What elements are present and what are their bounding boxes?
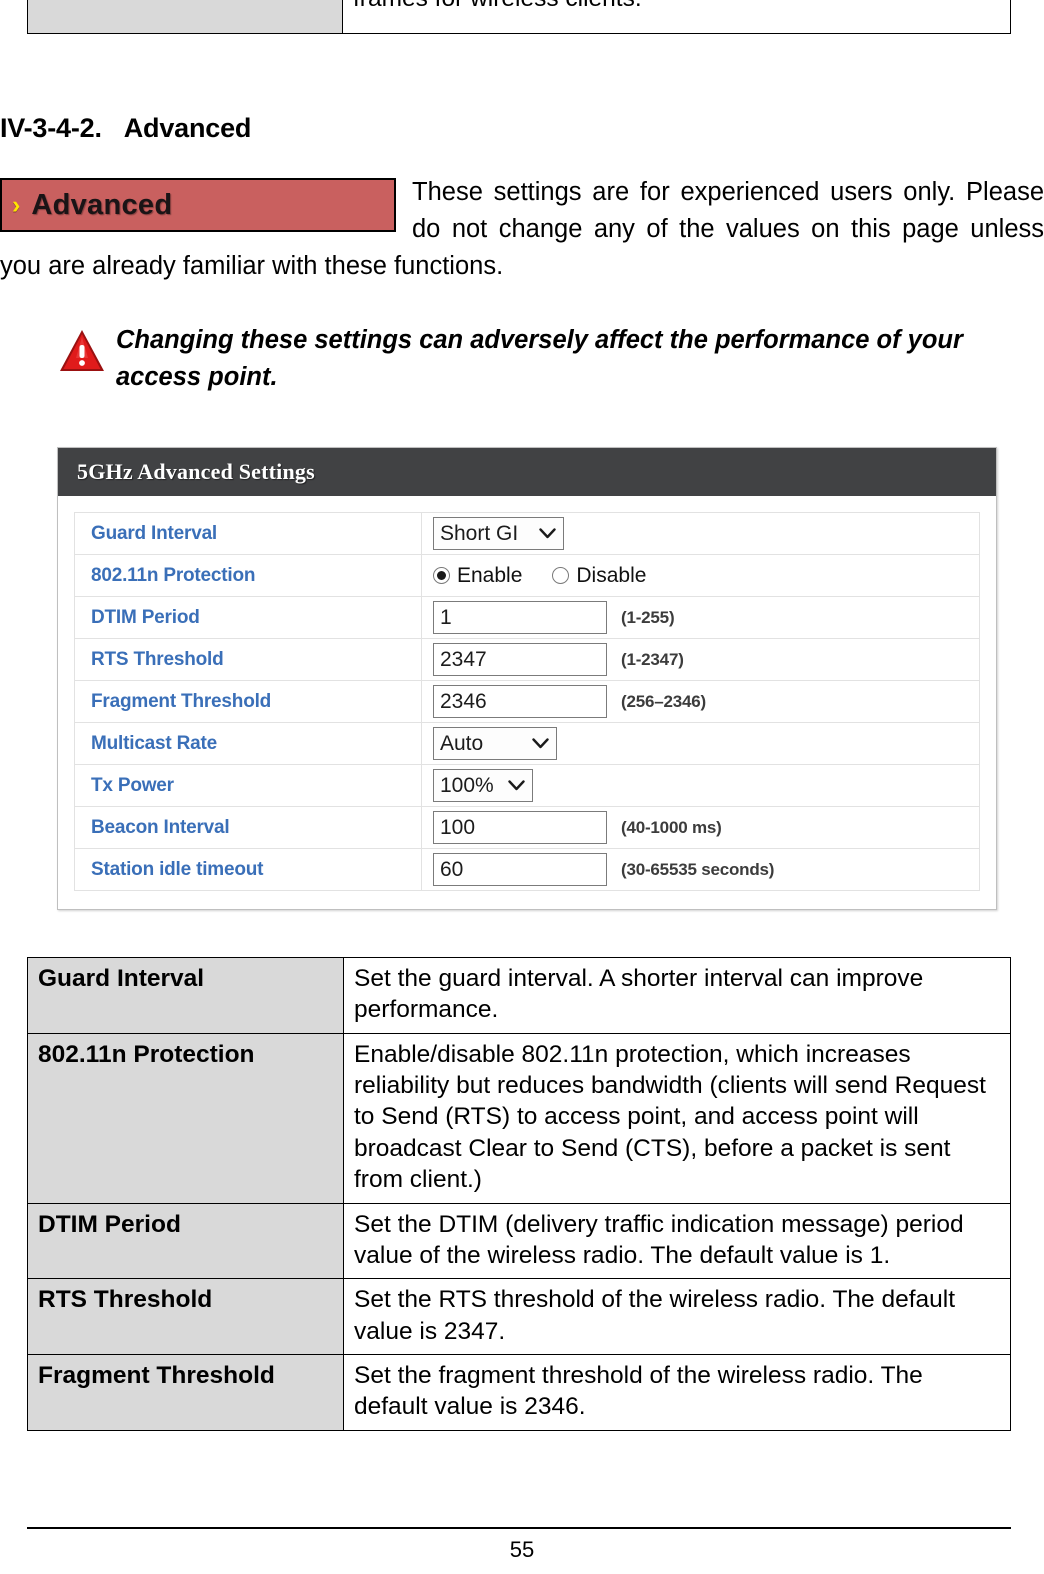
continuation-table: frames for wireless clients. bbox=[27, 0, 1011, 34]
beacon-interval-input[interactable]: 100 bbox=[433, 811, 607, 844]
continuation-key-cell bbox=[27, 0, 343, 34]
advanced-button-label: Advanced bbox=[31, 188, 173, 221]
fragment-threshold-input[interactable]: 2346 bbox=[433, 685, 607, 718]
page-number: 55 bbox=[509, 1537, 535, 1562]
intro-block: › Advanced These settings are for experi… bbox=[0, 174, 1044, 286]
setting-row-rts-threshold: RTS Threshold 2347 (1-2347) bbox=[74, 638, 980, 681]
setting-row-beacon-interval: Beacon Interval 100 (40-1000 ms) bbox=[74, 806, 980, 849]
label-beacon-interval: Beacon Interval bbox=[74, 806, 422, 849]
setting-row-multicast-rate: Multicast Rate Auto bbox=[74, 722, 980, 765]
desc-value-fragment-threshold: Set the fragment threshold of the wirele… bbox=[343, 1353, 1011, 1431]
settings-table: Guard Interval Short GI 802.11n Protecti… bbox=[74, 512, 980, 891]
guard-interval-value: Short GI bbox=[440, 521, 519, 545]
label-rts-threshold: RTS Threshold bbox=[74, 638, 422, 681]
desc-value-guard-interval: Set the guard interval. A shorter interv… bbox=[343, 957, 1011, 1034]
dtim-period-input[interactable]: 1 bbox=[433, 601, 607, 634]
desc-key-rts-threshold: RTS Threshold bbox=[27, 1278, 344, 1355]
station-idle-timeout-hint: (30-65535 seconds) bbox=[621, 859, 775, 879]
tx-power-select[interactable]: 100% bbox=[433, 769, 533, 802]
section-number: IV-3-4-2. bbox=[0, 113, 102, 143]
advanced-settings-panel: 5GHz Advanced Settings Guard Interval Sh… bbox=[57, 447, 997, 910]
rts-threshold-input[interactable]: 2347 bbox=[433, 643, 607, 676]
radio-disable-icon[interactable] bbox=[552, 567, 570, 584]
fragment-threshold-hint: (256–2346) bbox=[621, 691, 706, 711]
advanced-menu-button[interactable]: › Advanced bbox=[0, 178, 396, 232]
panel-body: Guard Interval Short GI 802.11n Protecti… bbox=[58, 496, 996, 909]
section-title: Advanced bbox=[123, 113, 252, 143]
setting-row-dtim-period: DTIM Period 1 (1-255) bbox=[74, 596, 980, 639]
setting-row-station-idle-timeout: Station idle timeout 60 (30-65535 second… bbox=[74, 848, 980, 891]
desc-value-dtim-period: Set the DTIM (delivery traffic indicatio… bbox=[343, 1202, 1011, 1280]
warning-triangle-icon bbox=[60, 330, 104, 371]
desc-value-rts-threshold: Set the RTS threshold of the wireless ra… bbox=[343, 1278, 1011, 1355]
setting-row-tx-power: Tx Power 100% bbox=[74, 764, 980, 807]
11n-protection-radio-group: Enable Disable bbox=[433, 564, 979, 588]
desc-value-11n-protection: Enable/disable 802.11n protection, which… bbox=[343, 1032, 1011, 1204]
radio-option-disable[interactable]: Disable bbox=[552, 564, 646, 588]
radio-disable-label: Disable bbox=[576, 563, 647, 587]
multicast-rate-value: Auto bbox=[440, 731, 484, 755]
warning-text: Changing these settings can adversely af… bbox=[116, 326, 963, 391]
label-fragment-threshold: Fragment Threshold bbox=[74, 680, 422, 723]
label-guard-interval: Guard Interval bbox=[74, 512, 422, 555]
setting-row-fragment-threshold: Fragment Threshold 2346 (256–2346) bbox=[74, 680, 980, 723]
guard-interval-select[interactable]: Short GI bbox=[433, 517, 564, 550]
continuation-value-cell: frames for wireless clients. bbox=[342, 0, 1011, 34]
setting-row-guard-interval: Guard Interval Short GI bbox=[74, 512, 980, 555]
tx-power-value: 100% bbox=[440, 773, 494, 797]
label-11n-protection: 802.11n Protection bbox=[74, 554, 422, 597]
radio-enable-label: Enable bbox=[457, 563, 523, 587]
table-row: Guard Interval Set the guard interval. A… bbox=[27, 957, 1011, 1034]
desc-key-dtim-period: DTIM Period bbox=[27, 1202, 344, 1280]
label-dtim-period: DTIM Period bbox=[74, 596, 422, 639]
label-station-idle-timeout: Station idle timeout bbox=[74, 848, 422, 891]
page-title: IV-3-4-2. Advanced bbox=[0, 113, 251, 144]
dtim-period-hint: (1-255) bbox=[621, 607, 675, 627]
desc-key-11n-protection: 802.11n Protection bbox=[27, 1032, 344, 1204]
chevron-down-icon bbox=[508, 780, 525, 791]
chevron-right-icon: › bbox=[12, 190, 21, 219]
station-idle-timeout-input[interactable]: 60 bbox=[433, 853, 607, 886]
rts-threshold-hint: (1-2347) bbox=[621, 649, 684, 669]
chevron-down-icon bbox=[532, 738, 549, 749]
radio-option-enable[interactable]: Enable bbox=[433, 564, 522, 588]
desc-key-fragment-threshold: Fragment Threshold bbox=[27, 1353, 344, 1431]
table-row: RTS Threshold Set the RTS threshold of t… bbox=[27, 1278, 1011, 1355]
settings-description-table: Guard Interval Set the guard interval. A… bbox=[27, 957, 1011, 1431]
setting-row-11n-protection: 802.11n Protection Enable Disable bbox=[74, 554, 980, 597]
chevron-down-icon bbox=[539, 528, 556, 539]
label-tx-power: Tx Power bbox=[74, 764, 422, 807]
table-row: Fragment Threshold Set the fragment thre… bbox=[27, 1353, 1011, 1431]
label-multicast-rate: Multicast Rate bbox=[74, 722, 422, 765]
table-row: 802.11n Protection Enable/disable 802.11… bbox=[27, 1032, 1011, 1204]
footer-divider bbox=[27, 1527, 1011, 1529]
radio-enable-icon[interactable] bbox=[433, 567, 450, 584]
table-row: frames for wireless clients. bbox=[27, 0, 1011, 34]
desc-key-guard-interval: Guard Interval bbox=[27, 957, 344, 1034]
warning-note: Changing these settings can adversely af… bbox=[58, 322, 988, 395]
table-row: DTIM Period Set the DTIM (delivery traff… bbox=[27, 1202, 1011, 1280]
multicast-rate-select[interactable]: Auto bbox=[433, 727, 557, 760]
panel-header-title: 5GHz Advanced Settings bbox=[58, 448, 996, 496]
beacon-interval-hint: (40-1000 ms) bbox=[621, 817, 722, 837]
